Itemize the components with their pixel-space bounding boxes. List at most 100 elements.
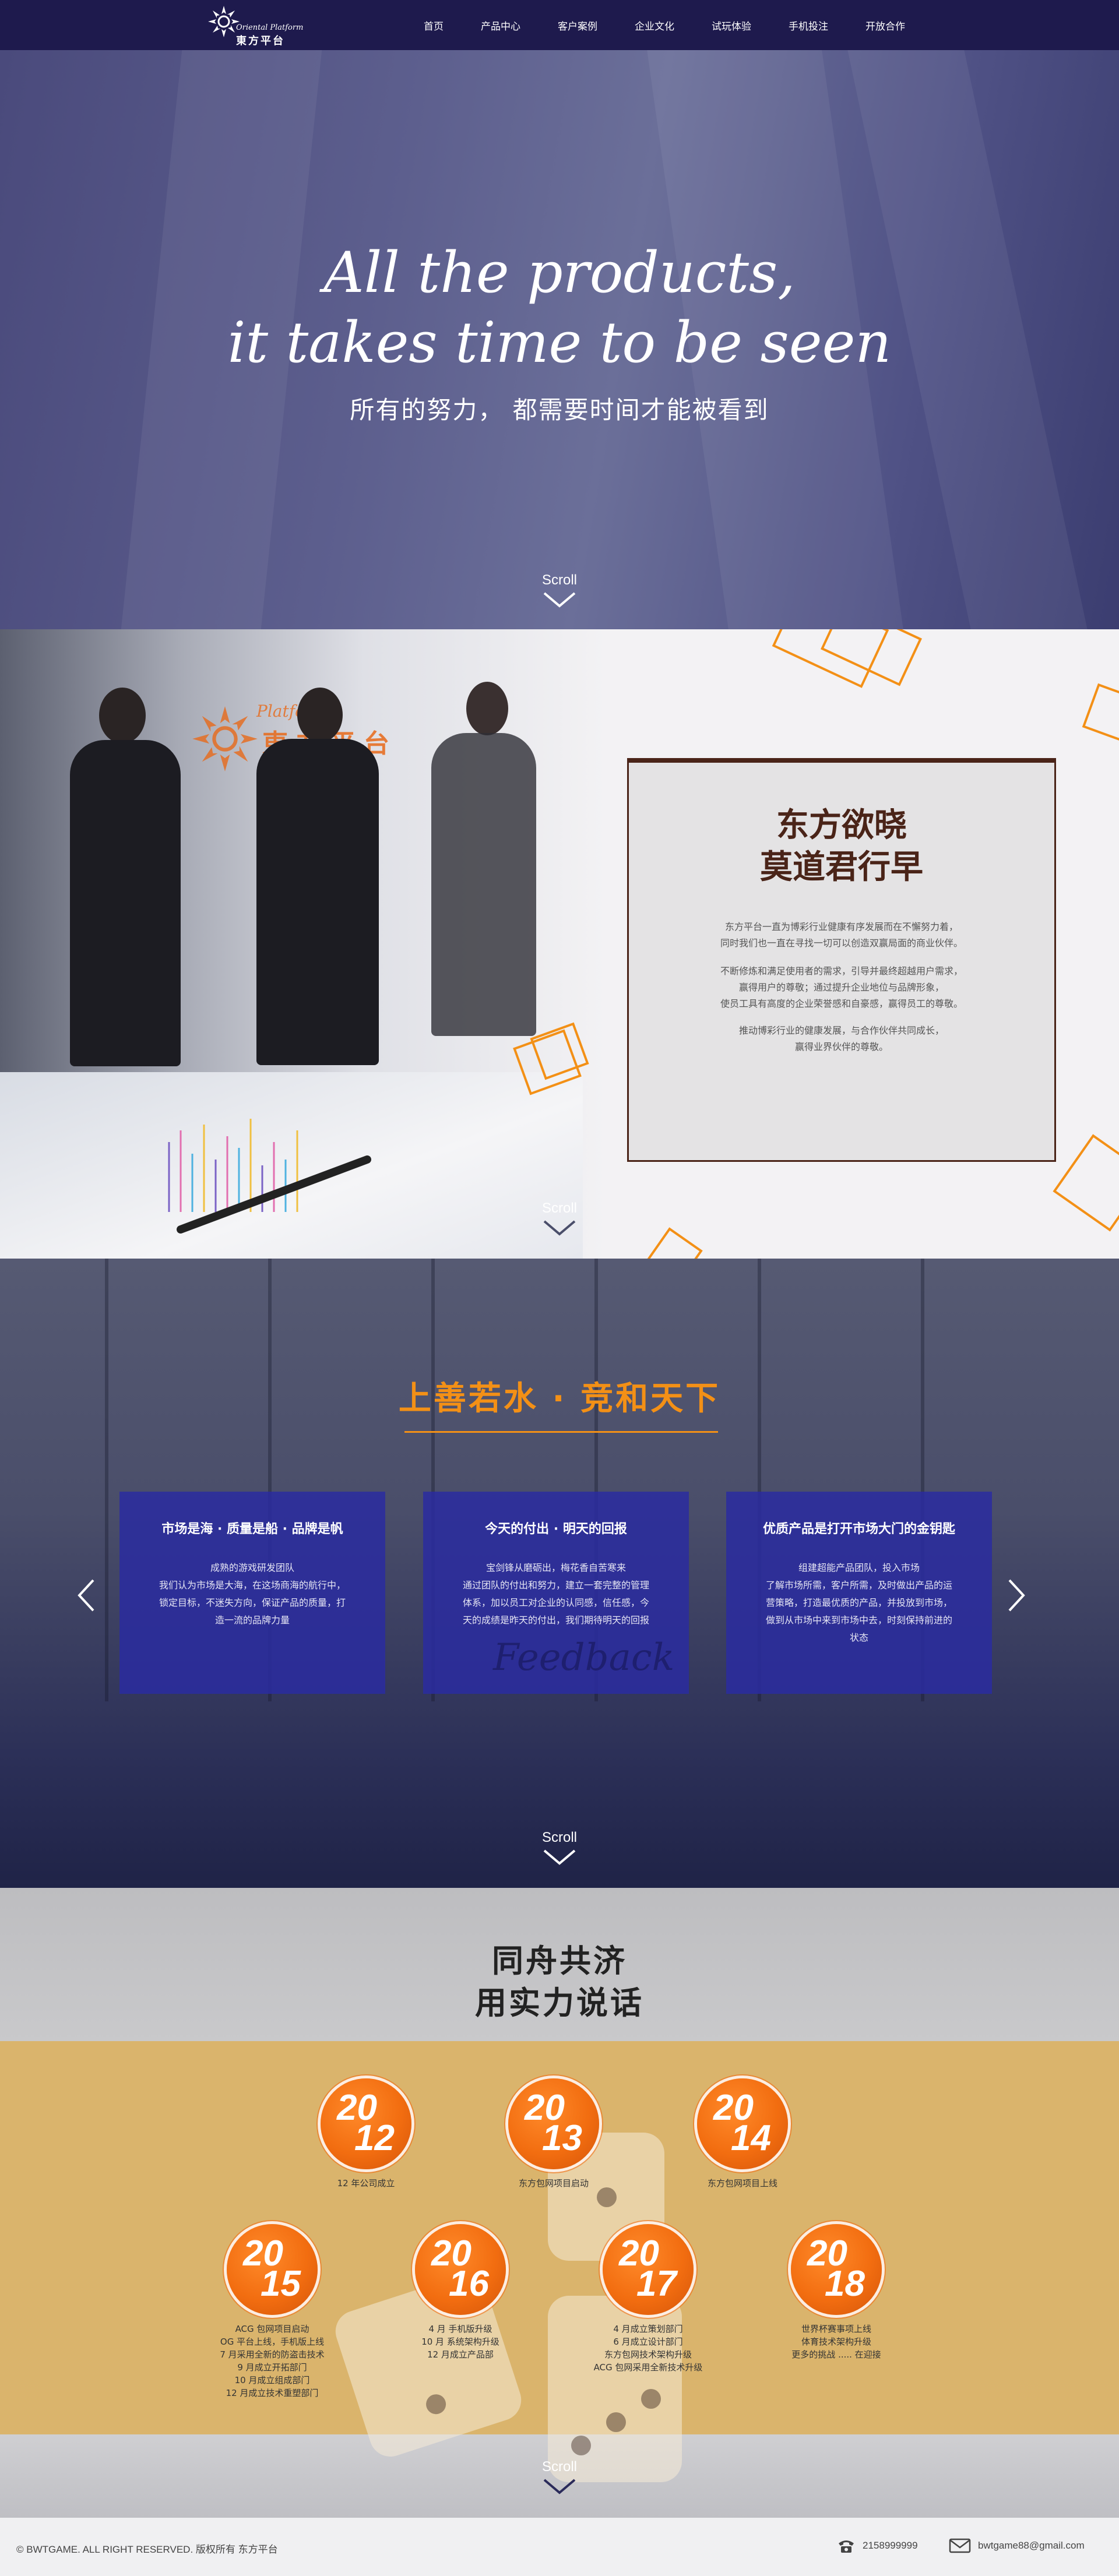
page-footer: © BWTGAME. ALL RIGHT RESERVED. 版权所有 东方平台… [0,2518,1119,2576]
dice-pip [571,2436,591,2455]
nav-item-culture[interactable]: 企业文化 [635,18,674,33]
dice-pip [423,2391,449,2417]
about-text-line: 东方平台一直为博彩行业健康有序发展而在不懈努力着， [724,921,958,932]
value-card-line: 体系，加以员工对企业的认同感，信任感，今 [462,1597,649,1608]
mail-icon [949,2538,971,2553]
chevron-right-icon[interactable] [1006,1578,1027,1613]
about-text-line: 不断修炼和满足使用者的需求，引导并最终超越用户需求， [720,965,963,977]
year-badge-2014: 20 14 [697,2078,788,2169]
title-underline [404,1431,718,1433]
year-digits: 14 [731,2118,771,2158]
person-silhouette [431,733,536,1036]
dice-pip [597,2187,617,2207]
chevron-down-icon [543,1220,576,1236]
year-digits: 12 [354,2118,395,2158]
timeline-title-line1: 同舟共济 [492,1943,627,1979]
year-desc-line: 4 月成立策划部门 [613,2324,683,2334]
email-address: bwtgame88@gmail.com [978,2540,1085,2551]
year-desc-line: 体育技术架构升级 [801,2337,871,2347]
value-card[interactable]: 优质产品是打开市场大门的金钥匙 组建超能产品团队，投入市场 了解市场所需，客户所… [726,1492,992,1694]
value-card[interactable]: 今天的付出 · 明天的回报 宝剑锋从磨砺出，梅花香自苦寒来 通过团队的付出和努力… [423,1492,689,1694]
person-head [297,688,343,742]
nav-item-cases[interactable]: 客户案例 [558,18,597,33]
year-badge-2015: 20 15 [227,2224,318,2315]
nav-menu: 首页 产品中心 客户案例 企业文化 试玩体验 手机投注 开放合作 [386,0,905,50]
scroll-indicator[interactable]: Scroll [525,572,594,608]
photo-sun-logo-icon [192,706,258,771]
hero-title-line2: it takes time to be seen [227,310,892,375]
values-title: 上善若水 · 竞和天下 [398,1380,721,1418]
value-card-title: 优质产品是打开市场大门的金钥匙 [762,1522,955,1537]
feedback-image-text: Feedback [493,1636,675,1679]
about-title-line1: 东方欲晓 [776,806,907,844]
year-digits: 17 [636,2264,677,2304]
chart-paper-icon [168,1119,371,1234]
person-silhouette [70,740,181,1066]
scroll-indicator[interactable]: Scroll [525,1830,594,1866]
year-desc-line: 12 月成立技术重塑部门 [226,2388,319,2398]
year-desc-line: 更多的挑战 ..... 在迎接 [791,2349,881,2360]
year-desc-2017: 4 月成立策划部门 6 月成立设计部门 东方包网技术架构升级 ACG 包网采用全… [572,2323,724,2374]
timeline-title-line2: 用实力说话 [475,1985,644,2021]
value-card-line: 组建超能产品团队，投入市场 [798,1562,920,1573]
year-desc-line: 4 月 手机版升级 [428,2324,492,2334]
nav-item-demo[interactable]: 试玩体验 [712,18,751,33]
year-digits: 15 [261,2264,301,2304]
scroll-indicator[interactable]: Scroll [525,2459,594,2495]
about-card: 东方欲晓 莫道君行早 东方平台一直为博彩行业健康有序发展而在不懈努力着， 同时我… [627,758,1056,1162]
hero-title-line1: All the products, [323,240,796,305]
year-badge-2018: 20 18 [791,2224,882,2315]
value-card-text: 宝剑锋从磨砺出，梅花香自苦寒来 通过团队的付出和努力，建立一套完整的管理 体系，… [452,1559,660,1629]
footer-phone[interactable]: 2158999999 [837,2538,918,2554]
value-card-line: 宝剑锋从磨砺出，梅花香自苦寒来 [485,1562,626,1573]
year-desc-2014: 东方包网项目上线 [667,2177,818,2190]
value-card-title: 市场是海 · 质量是船 · 品牌是帆 [161,1522,343,1537]
scroll-label: Scroll [541,1830,577,1845]
scroll-label: Scroll [541,1200,577,1216]
chevron-left-icon[interactable] [76,1578,97,1613]
phone-icon [839,2540,854,2553]
nav-item-mobile[interactable]: 手机投注 [789,18,828,33]
value-card-line: 造一流的品牌力量 [214,1615,290,1626]
year-desc-2013: 东方包网项目启动 [478,2177,629,2190]
chevron-down-icon [543,2479,576,2494]
value-card-line: 营策略，打造最优质的产品，并投放到市场， [765,1597,952,1608]
hero-section: All the products, it takes time to be se… [0,50,1119,629]
year-desc-line: 6 月成立设计部门 [613,2337,683,2347]
value-card-text: 成熟的游戏研发团队 我们认为市场是大海，在这场商海的航行中， 锁定目标，不迷失方… [149,1559,356,1629]
copyright-text: © BWTGAME. ALL RIGHT RESERVED. 版权所有 东方平台 [16,2544,278,2555]
timeline-section: 同舟共济 用实力说话 20 12 12 年公司成立 20 13 东方包网项目启动… [0,1888,1119,2518]
about-section: Platform 東方平台 [0,629,1119,1259]
year-desc-line: 12 年公司成立 [337,2178,395,2189]
year-badge-2017: 20 17 [603,2224,694,2315]
phone-number: 2158999999 [863,2540,918,2551]
about-title-line2: 莫道君行早 [760,848,923,886]
scroll-indicator[interactable]: Scroll [525,1200,594,1236]
year-desc-line: ACG 包网项目启动 [235,2324,309,2334]
brand-logo[interactable]: Oriental Platform 東方平台 [207,3,303,47]
year-desc-line: 东方包网项目启动 [518,2178,589,2189]
about-text-line: 赢得用户的尊敬；通过提升企业地位与品牌形象， [738,982,944,993]
nav-item-home[interactable]: 首页 [424,18,444,33]
value-card-line: 成熟的游戏研发团队 [210,1562,294,1573]
about-paragraph-2: 不断修炼和满足使用者的需求，引导并最终超越用户需求， 赢得用户的尊敬；通过提升企… [629,963,1054,1012]
chevron-down-icon [543,1849,576,1865]
decor-frame [1082,683,1119,743]
value-card[interactable]: 市场是海 · 质量是船 · 品牌是帆 成熟的游戏研发团队 我们认为市场是大海，在… [119,1492,385,1694]
about-text-line: 使员工具有高度的企业荣誉感和自豪感，赢得员工的尊敬。 [720,998,963,1009]
year-desc-line: 9 月成立开拓部门 [237,2362,307,2373]
year-desc-2015: ACG 包网项目启动 OG 平台上线，手机版上线 7 月采用全新的防盗击技术 9… [196,2323,348,2399]
top-navbar: Oriental Platform 東方平台 首页 产品中心 客户案例 企业文化… [0,0,1119,50]
footer-email[interactable]: bwtgame88@gmail.com [949,2538,1085,2554]
about-paragraph-1: 东方平台一直为博彩行业健康有序发展而在不懈努力着， 同时我们也一直在寻找一切可以… [629,919,1054,952]
year-digits: 16 [449,2264,489,2304]
nav-item-partner[interactable]: 开放合作 [865,18,905,33]
year-desc-line: 10 月 系统架构升级 [421,2337,499,2347]
decor-frame [646,1227,703,1259]
value-card-line: 通过团队的付出和努力，建立一套完整的管理 [462,1580,649,1591]
chevron-down-icon [543,592,576,608]
year-badge-2016: 20 16 [415,2224,506,2315]
nav-item-products[interactable]: 产品中心 [481,18,520,33]
year-desc-2012: 12 年公司成立 [290,2177,442,2190]
window-frame [105,1259,108,1701]
